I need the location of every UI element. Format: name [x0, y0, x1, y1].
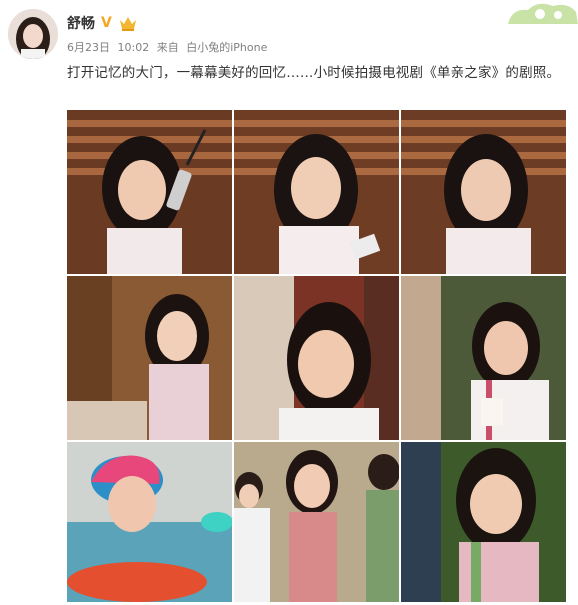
photo-thumbnail[interactable]: [401, 276, 566, 440]
post-source[interactable]: 白小兔的iPhone: [186, 41, 267, 54]
post-time[interactable]: 10:02: [118, 41, 150, 54]
photo-still-3: [401, 110, 566, 274]
author-row: 舒畅 V: [67, 12, 138, 34]
photo-thumbnail[interactable]: [234, 110, 399, 274]
photo-thumbnail[interactable]: [401, 110, 566, 274]
photo-thumbnail[interactable]: [401, 442, 566, 602]
photo-still-8: [234, 442, 399, 602]
post-date[interactable]: 6月23日: [67, 41, 110, 54]
photo-thumbnail[interactable]: [67, 276, 232, 440]
photo-still-6: [401, 276, 566, 440]
post-meta: 6月23日 10:02 来自 白小兔的iPhone: [67, 39, 271, 55]
photo-still-9: [401, 442, 566, 602]
verified-v-icon[interactable]: V: [101, 16, 112, 30]
photo-thumbnail[interactable]: [234, 276, 399, 440]
photo-thumbnail[interactable]: [67, 442, 232, 602]
photo-thumbnail[interactable]: [67, 110, 232, 274]
photo-still-7: [67, 442, 232, 602]
source-prefix: 来自: [156, 41, 179, 54]
photo-still-1: [67, 110, 232, 274]
photo-thumbnail[interactable]: [234, 442, 399, 602]
photo-grid: [67, 110, 566, 602]
photo-still-5: [234, 276, 399, 440]
post-text: 打开记忆的大门，一幕幕美好的回忆……小时候拍摄电视剧《单亲之家》的剧照。: [67, 65, 561, 81]
decorative-cloud-icon: [508, 3, 578, 24]
avatar-image: [8, 9, 58, 59]
weibo-post: 舒畅 V 6月23日 10:02 来自 白小兔的iPhone 打开记忆的大门，一…: [0, 0, 578, 605]
crown-member-icon[interactable]: [118, 14, 138, 32]
photo-still-2: [234, 110, 399, 274]
photo-still-4: [67, 276, 232, 440]
avatar[interactable]: [8, 9, 58, 59]
author-name[interactable]: 舒畅: [67, 13, 95, 33]
